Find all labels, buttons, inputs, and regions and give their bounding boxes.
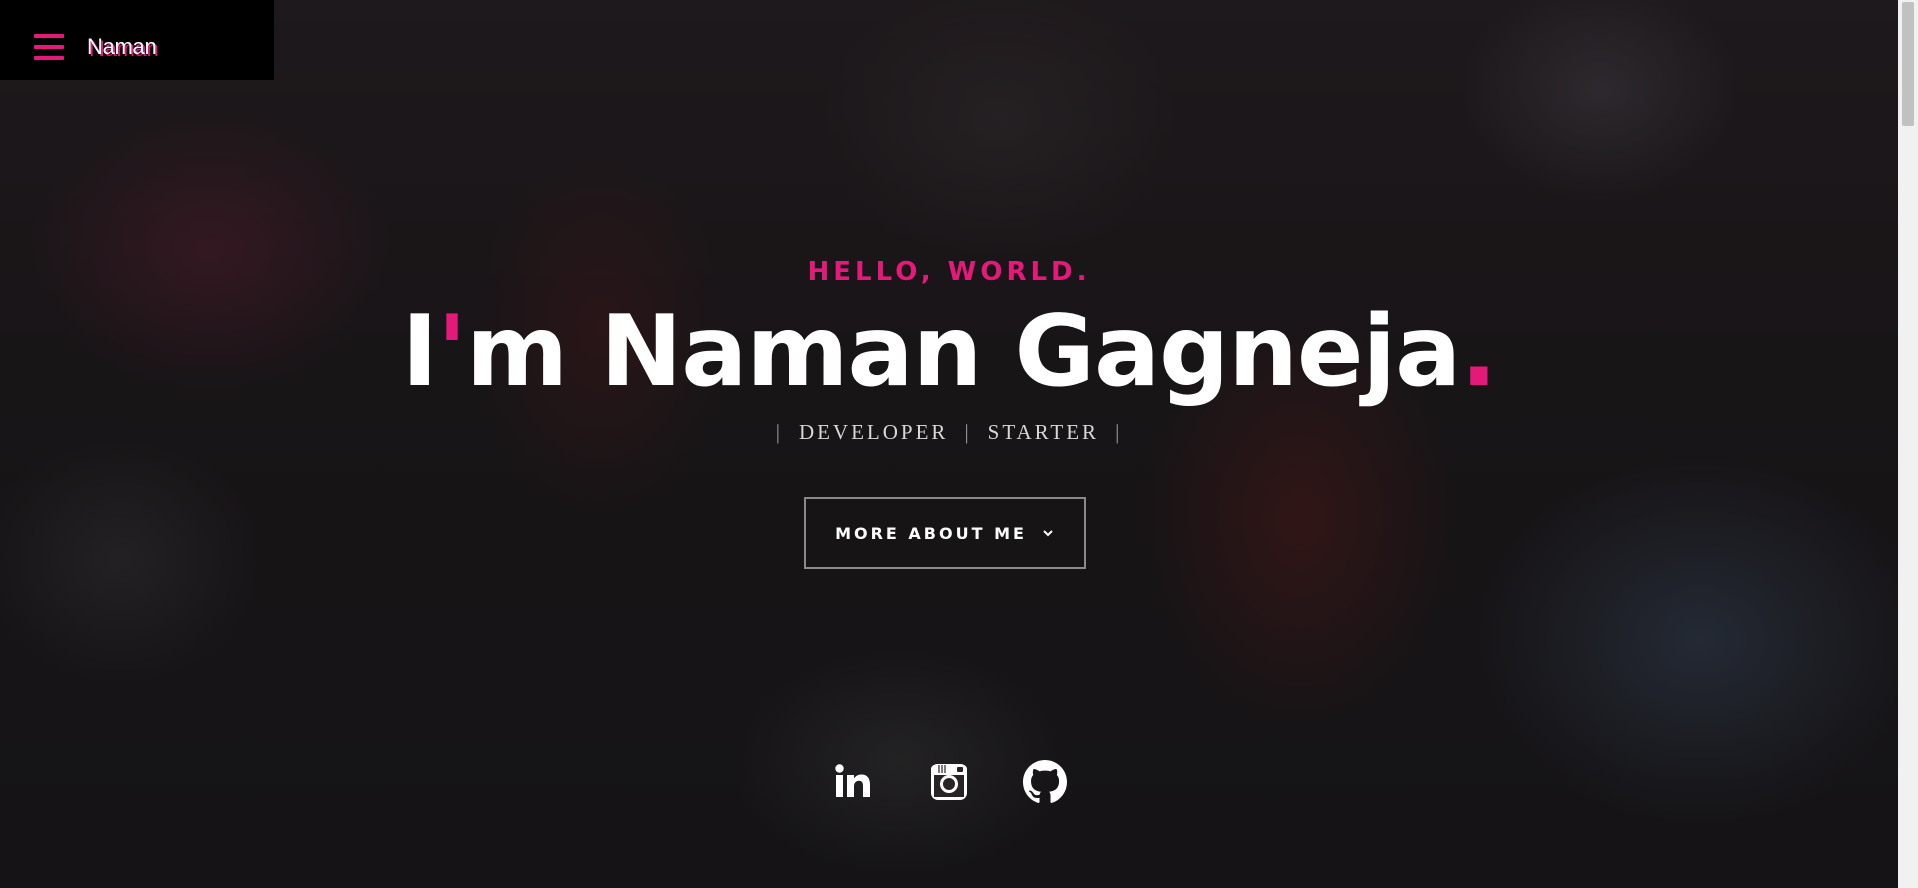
- scrollbar-thumb[interactable]: [1902, 2, 1914, 126]
- more-about-me-button[interactable]: MORE ABOUT ME: [804, 497, 1086, 569]
- instagram-icon[interactable]: [927, 760, 971, 804]
- role-separator: |: [1115, 420, 1123, 444]
- role-starter: STARTER: [987, 420, 1100, 444]
- github-icon[interactable]: [1023, 760, 1067, 804]
- page-scrollbar[interactable]: [1898, 0, 1918, 888]
- role-separator: |: [964, 420, 972, 444]
- headline-apostrophe: ': [437, 295, 467, 409]
- role-separator: |: [775, 420, 783, 444]
- more-about-me-label: MORE ABOUT ME: [835, 523, 1027, 543]
- hero-roles: | DEVELOPER | STARTER |: [0, 420, 1898, 445]
- linkedin-icon[interactable]: [831, 760, 875, 804]
- headline-part-i: I: [401, 295, 438, 409]
- headline-dot: .: [1460, 295, 1497, 409]
- hero-headline: I'm Naman Gagneja.: [0, 292, 1898, 412]
- role-developer: DEVELOPER: [798, 420, 949, 444]
- hero-section: HELLO, WORLD. I'm Naman Gagneja. | DEVELO…: [0, 0, 1898, 888]
- chevron-down-icon: [1043, 530, 1053, 537]
- hero-greeting: HELLO, WORLD.: [807, 257, 1091, 287]
- social-links: [0, 760, 1898, 804]
- page: Naman HELLO, WORLD. I'm Naman Gagneja. |…: [0, 0, 1918, 888]
- headline-part-name: m Naman Gagneja: [466, 295, 1461, 409]
